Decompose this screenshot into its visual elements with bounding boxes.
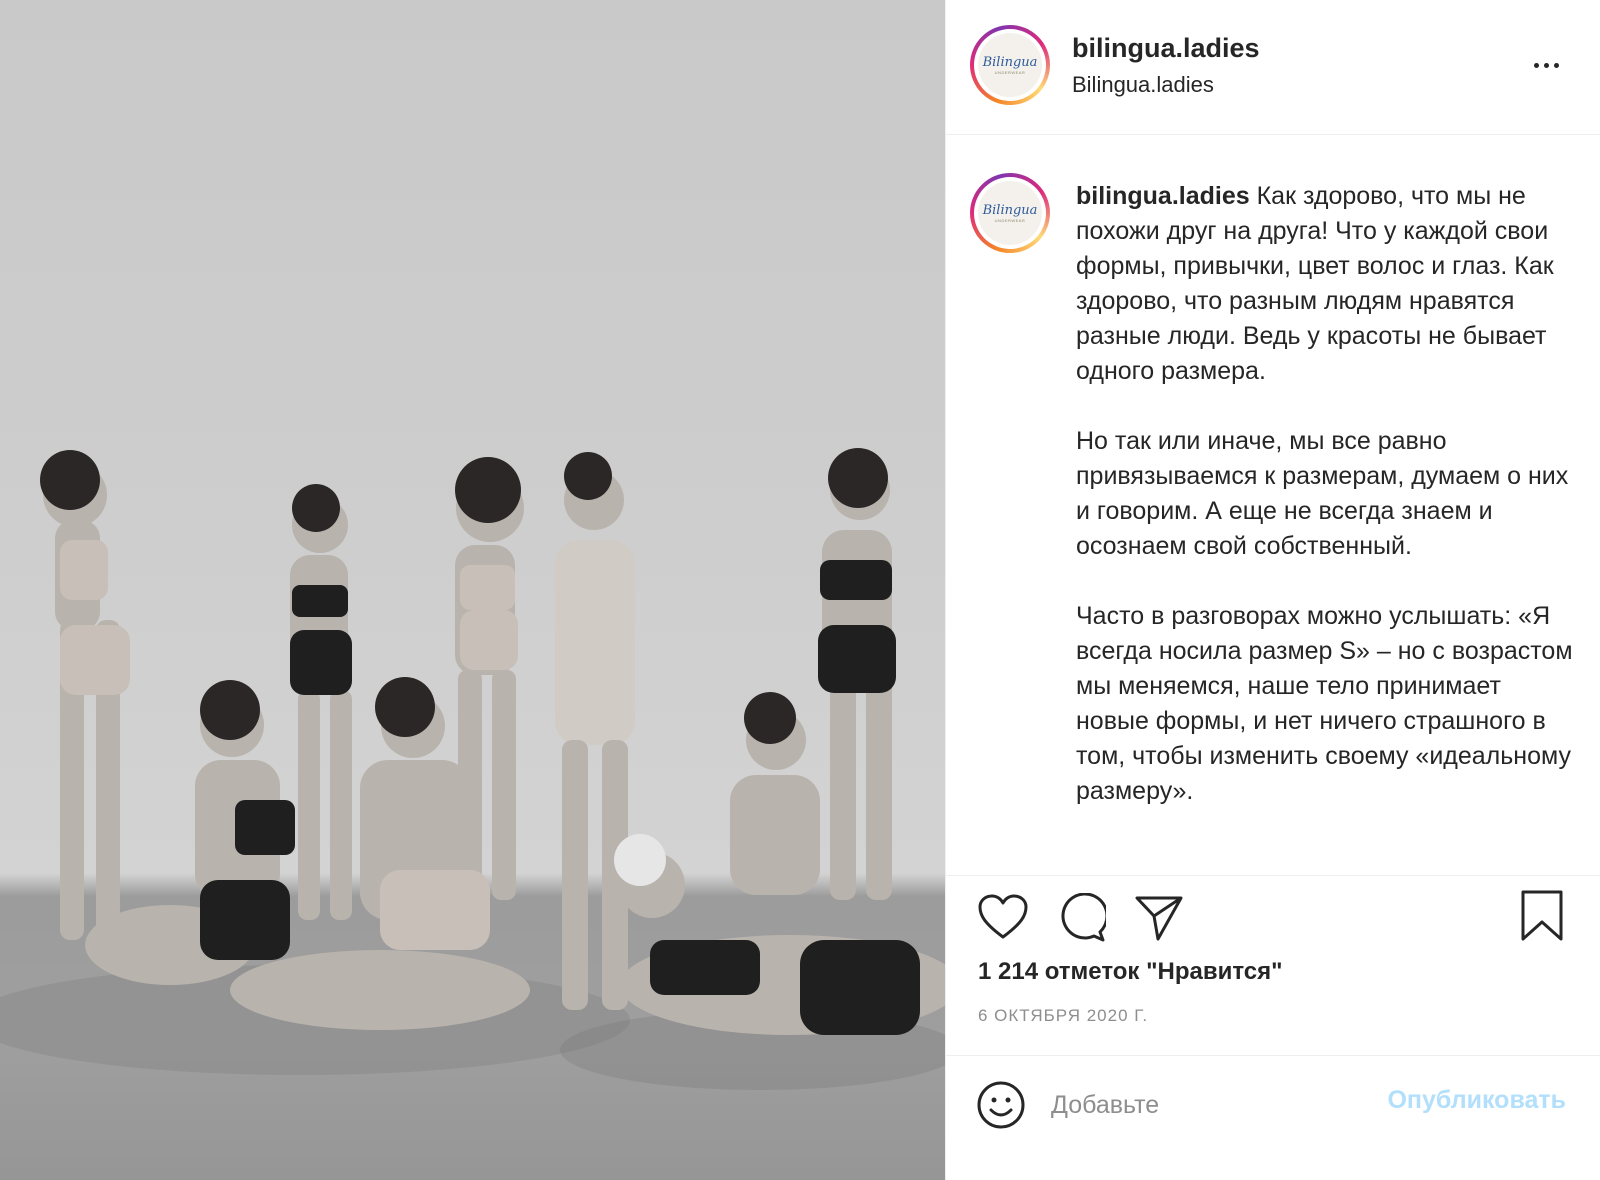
instagram-post: Bilingua UNDERWEAR bilingua.ladies Bilin…: [0, 0, 1600, 1180]
header-username[interactable]: bilingua.ladies: [1072, 33, 1260, 64]
comment-icon[interactable]: [1056, 893, 1106, 943]
post-caption: bilingua.ladies Как здорово, что мы не п…: [1076, 179, 1576, 809]
caption-username[interactable]: bilingua.ladies: [1076, 182, 1250, 210]
header-subtitle[interactable]: Bilingua.ladies: [1072, 72, 1214, 98]
bookmark-icon[interactable]: [1520, 890, 1564, 942]
post-photo[interactable]: [0, 0, 945, 1180]
likes-count[interactable]: 1 214 отметок "Нравится": [978, 958, 1283, 986]
share-icon[interactable]: [1134, 894, 1184, 942]
smiley-icon[interactable]: [976, 1080, 1026, 1135]
post-header: Bilingua UNDERWEAR bilingua.ladies Bilin…: [946, 0, 1600, 135]
photo-illustration: [0, 448, 945, 1180]
post-actions: 1 214 отметок "Нравится" 6 ОКТЯБРЯ 2020 …: [946, 875, 1600, 1055]
caption-scroll-area[interactable]: Bilingua UNDERWEAR bilingua.ladies Как з…: [946, 135, 1600, 875]
avatar[interactable]: Bilingua UNDERWEAR: [970, 25, 1050, 105]
caption-avatar[interactable]: Bilingua UNDERWEAR: [970, 173, 1050, 253]
add-comment-bar: Опубликовать: [946, 1055, 1600, 1180]
more-options-icon[interactable]: [1526, 52, 1566, 78]
post-date[interactable]: 6 ОКТЯБРЯ 2020 Г.: [978, 1006, 1148, 1026]
heart-icon[interactable]: [978, 894, 1028, 940]
comment-input[interactable]: [1051, 1083, 1351, 1127]
brand-logo: Bilingua UNDERWEAR: [978, 181, 1042, 245]
caption-text: Как здорово, что мы не похожи друг на др…: [1076, 182, 1573, 805]
publish-button[interactable]: Опубликовать: [1366, 1086, 1566, 1115]
brand-logo: Bilingua UNDERWEAR: [978, 33, 1042, 97]
post-side-panel: Bilingua UNDERWEAR bilingua.ladies Bilin…: [945, 0, 1600, 1180]
